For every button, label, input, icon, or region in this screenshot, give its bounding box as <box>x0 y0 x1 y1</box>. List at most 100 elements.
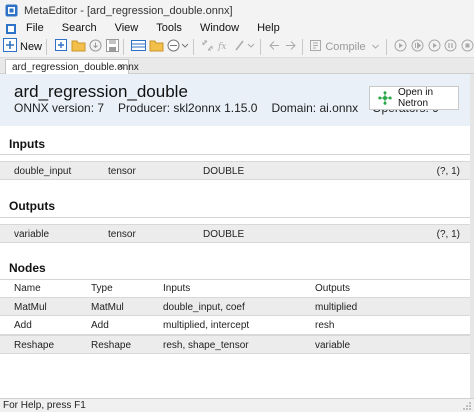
menu-tools[interactable]: Tools <box>148 21 192 36</box>
svg-text:fx: fx <box>217 42 226 52</box>
document-tabs: ard_regression_double.onnx × <box>0 58 474 74</box>
toolbar: New fx Compile <box>0 36 474 58</box>
model-header: ard_regression_double ONNX version: 7 Pr… <box>0 74 470 126</box>
node-name: MatMul <box>14 302 47 313</box>
market-icon <box>167 39 189 55</box>
section-divider <box>0 279 470 280</box>
section-divider <box>0 217 470 218</box>
style-icon <box>234 39 256 55</box>
toolbar-separator <box>122 38 124 55</box>
model-name: ard_regression_double <box>14 82 188 101</box>
debug-start-button[interactable] <box>394 38 408 56</box>
node-type: Reshape <box>91 340 132 351</box>
output-type: DOUBLE <box>203 229 245 240</box>
play-icon <box>428 39 441 55</box>
node-outputs: variable <box>315 340 351 351</box>
window-title: MetaEditor - [ard_regression_double.onnx… <box>24 4 233 17</box>
market-button[interactable] <box>167 38 189 56</box>
section-divider <box>0 154 470 155</box>
open-folder-button[interactable] <box>71 38 86 56</box>
node-row[interactable]: Reshape Reshape resh, shape_tensor varia… <box>0 335 470 354</box>
output-shape: (?, 1) <box>436 229 460 240</box>
status-bar: For Help, press F1 <box>0 398 474 412</box>
column-inputs: Inputs <box>163 283 191 294</box>
menu-help[interactable]: Help <box>249 21 290 36</box>
pause-button[interactable] <box>444 38 458 56</box>
inputs-heading: Inputs <box>9 137 45 151</box>
output-row[interactable]: variable tensor DOUBLE (?, 1) <box>0 224 470 243</box>
onnx-model-view: ard_regression_double ONNX version: 7 Pr… <box>0 74 470 398</box>
input-row[interactable]: double_input tensor DOUBLE (?, 1) <box>0 161 470 180</box>
download-icon <box>89 39 102 55</box>
domain: Domain: ai.onnx <box>271 101 359 115</box>
metaeditor-logo-icon <box>4 4 18 18</box>
nodes-heading: Nodes <box>9 261 46 275</box>
input-name: double_input <box>14 166 72 177</box>
netron-graph-icon <box>378 91 392 105</box>
menu-bar: File Search View Tools Window Help <box>0 21 474 36</box>
chevron-down-icon <box>371 40 380 54</box>
input-type: DOUBLE <box>203 166 245 177</box>
resize-grip-icon[interactable] <box>462 401 472 411</box>
open-in-netron-button[interactable]: Open in Netron <box>369 86 459 110</box>
compile-button[interactable]: Compile <box>309 38 366 56</box>
save-button[interactable] <box>105 38 119 56</box>
function-icon: fx <box>217 39 230 55</box>
toolbar-separator <box>301 38 303 55</box>
onnx-version: ONNX version: 7 <box>14 101 105 115</box>
outputs-heading: Outputs <box>9 199 55 213</box>
compile-dropdown[interactable] <box>369 38 383 56</box>
download-button[interactable] <box>89 38 103 56</box>
node-name: Add <box>14 320 32 331</box>
debug-history-button[interactable] <box>411 38 425 56</box>
new-plus-icon <box>3 38 17 55</box>
play-button[interactable] <box>427 38 441 56</box>
folder-icon <box>71 39 86 55</box>
close-icon[interactable]: × <box>118 61 124 73</box>
node-name: Reshape <box>14 340 55 351</box>
new-label: New <box>20 40 43 53</box>
open-in-netron-label: Open in Netron <box>398 87 434 109</box>
menu-file[interactable]: File <box>18 21 54 36</box>
toolbar-separator <box>386 38 388 55</box>
tab-ard-regression-double[interactable]: ard_regression_double.onnx × <box>5 59 139 74</box>
node-inputs: double_input, coef <box>163 302 245 313</box>
navigator-button[interactable] <box>149 38 164 56</box>
function-button[interactable]: fx <box>217 38 231 56</box>
new-file-button[interactable] <box>54 38 68 56</box>
debug-start-icon <box>394 39 407 55</box>
column-outputs: Outputs <box>315 283 351 294</box>
document-menu-icon[interactable] <box>4 23 18 35</box>
column-name: Name <box>14 283 41 294</box>
title-bar: MetaEditor - [ard_regression_double.onnx… <box>0 0 474 21</box>
node-type: MatMul <box>91 302 124 313</box>
node-row[interactable]: Add Add multiplied, intercept resh <box>0 316 470 335</box>
menu-window[interactable]: Window <box>192 21 249 36</box>
toolbox-button[interactable] <box>130 38 146 56</box>
toolbar-separator <box>259 38 261 55</box>
input-kind: tensor <box>108 166 136 177</box>
debug-history-icon <box>411 39 424 55</box>
vertical-scrollbar[interactable] <box>470 74 474 398</box>
style-button[interactable] <box>234 38 256 56</box>
back-button[interactable] <box>267 38 281 56</box>
node-outputs: multiplied <box>315 302 358 313</box>
menu-search[interactable]: Search <box>54 21 107 36</box>
menu-view[interactable]: View <box>107 21 149 36</box>
new-button[interactable]: New <box>3 38 42 56</box>
input-shape: (?, 1) <box>436 166 460 177</box>
arrow-left-icon <box>268 39 281 55</box>
stop-button[interactable] <box>460 38 474 56</box>
arrow-right-icon <box>284 39 297 55</box>
forward-button[interactable] <box>284 38 298 56</box>
column-type: Type <box>91 283 113 294</box>
producer: Producer: skl2onnx 1.15.0 <box>118 101 258 115</box>
node-inputs: multiplied, intercept <box>163 320 250 331</box>
node-row[interactable]: MatMul MatMul double_input, coef multipl… <box>0 297 470 316</box>
node-inputs: resh, shape_tensor <box>163 340 249 351</box>
output-name: variable <box>14 229 50 240</box>
expand-button[interactable] <box>200 38 214 56</box>
toolbar-separator <box>46 38 47 55</box>
toolbox-icon <box>130 39 146 55</box>
output-kind: tensor <box>108 229 136 240</box>
